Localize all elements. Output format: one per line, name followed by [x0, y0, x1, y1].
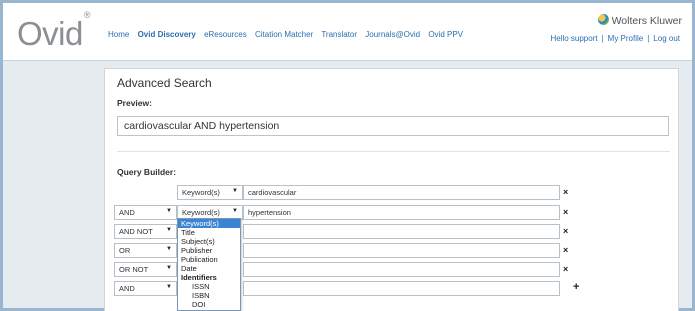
operator-value: AND — [119, 208, 135, 217]
chevron-down-icon: ▼ — [166, 265, 172, 271]
dropdown-option-publisher[interactable]: Publisher — [178, 246, 240, 255]
brand-name: Wolters Kluwer — [611, 15, 682, 27]
nav-citation-matcher[interactable]: Citation Matcher — [255, 30, 313, 39]
search-term-input[interactable] — [243, 262, 560, 277]
dropdown-group-identifiers: Identifiers — [181, 273, 217, 282]
dropdown-option-publication[interactable]: Publication — [178, 255, 240, 264]
operator-select[interactable]: AND ▼ — [114, 281, 177, 296]
operator-value: AND — [119, 284, 135, 293]
preview-label: Preview: — [117, 98, 152, 108]
search-term-input[interactable]: hypertension — [243, 205, 560, 220]
remove-row-button[interactable]: × — [563, 245, 568, 255]
query-row: Keyword(s) ▼ cardiovascular × — [105, 185, 680, 201]
divider — [117, 151, 670, 152]
nav-home[interactable]: Home — [108, 30, 129, 39]
search-term-input[interactable] — [243, 243, 560, 258]
field-value: Keyword(s) — [182, 188, 220, 197]
nav-eresources[interactable]: eResources — [204, 30, 247, 39]
user-links: Hello support | My Profile | Log out — [550, 34, 680, 43]
ovid-logo[interactable]: Ovid® — [17, 11, 91, 52]
logo-mark: ® — [83, 10, 91, 20]
field-dropdown-menu: Keyword(s) Title Subject(s) Publisher Pu… — [177, 218, 241, 311]
operator-select[interactable]: AND NOT ▼ — [114, 224, 177, 239]
dropdown-option-issn[interactable]: ISSN — [178, 282, 240, 291]
chevron-down-icon: ▼ — [166, 208, 172, 214]
nav-ovid-ppv[interactable]: Ovid PPV — [428, 30, 463, 39]
query-builder-label: Query Builder: — [117, 167, 177, 177]
search-term-input[interactable]: cardiovascular — [243, 185, 560, 200]
header: Ovid® Home Ovid Discovery eResources Cit… — [3, 3, 692, 61]
chevron-down-icon: ▼ — [166, 284, 172, 290]
dropdown-option-keywords[interactable]: Keyword(s) — [178, 219, 240, 228]
add-row-button[interactable]: + — [573, 281, 579, 293]
nav-ovid-discovery[interactable]: Ovid Discovery — [138, 30, 196, 39]
dropdown-option-doi[interactable]: DOI — [178, 300, 240, 309]
dropdown-option-subjects[interactable]: Subject(s) — [178, 237, 240, 246]
chevron-down-icon: ▼ — [232, 188, 238, 194]
dropdown-option-date[interactable]: Date — [178, 264, 240, 273]
preview-box: cardiovascular AND hypertension — [117, 116, 669, 136]
operator-value: OR — [119, 246, 131, 255]
operator-select[interactable]: AND ▼ — [114, 205, 177, 220]
logout-link[interactable]: Log out — [653, 34, 680, 43]
remove-row-button[interactable]: × — [563, 226, 568, 236]
remove-row-button[interactable]: × — [563, 187, 568, 197]
search-term-input[interactable] — [243, 281, 560, 296]
wolters-kluwer-brand: Wolters Kluwer — [597, 14, 682, 27]
chevron-down-icon: ▼ — [232, 208, 238, 214]
main-nav: Home Ovid Discovery eResources Citation … — [108, 30, 469, 39]
greeting-text: Hello support — [550, 34, 598, 43]
logo-text: Ovid — [17, 15, 83, 52]
chevron-down-icon: ▼ — [166, 246, 172, 252]
operator-select[interactable]: OR ▼ — [114, 243, 177, 258]
separator: | — [601, 34, 604, 43]
remove-row-button[interactable]: × — [563, 264, 568, 274]
operator-value: AND NOT — [119, 227, 153, 236]
dropdown-option-isbn[interactable]: ISBN — [178, 291, 240, 300]
operator-select[interactable]: OR NOT ▼ — [114, 262, 177, 277]
nav-translator[interactable]: Translator — [321, 30, 357, 39]
remove-row-button[interactable]: × — [563, 207, 568, 217]
chevron-down-icon: ▼ — [166, 227, 172, 233]
nav-journals-ovid[interactable]: Journals@Ovid — [365, 30, 420, 39]
dropdown-option-title[interactable]: Title — [178, 228, 240, 237]
field-value: Keyword(s) — [182, 208, 220, 217]
my-profile-link[interactable]: My Profile — [608, 34, 644, 43]
page-title: Advanced Search — [117, 76, 212, 90]
operator-value: OR NOT — [119, 265, 149, 274]
globe-icon — [597, 14, 609, 25]
separator: | — [647, 34, 650, 43]
field-select[interactable]: Keyword(s) ▼ — [177, 185, 243, 200]
search-term-input[interactable] — [243, 224, 560, 239]
